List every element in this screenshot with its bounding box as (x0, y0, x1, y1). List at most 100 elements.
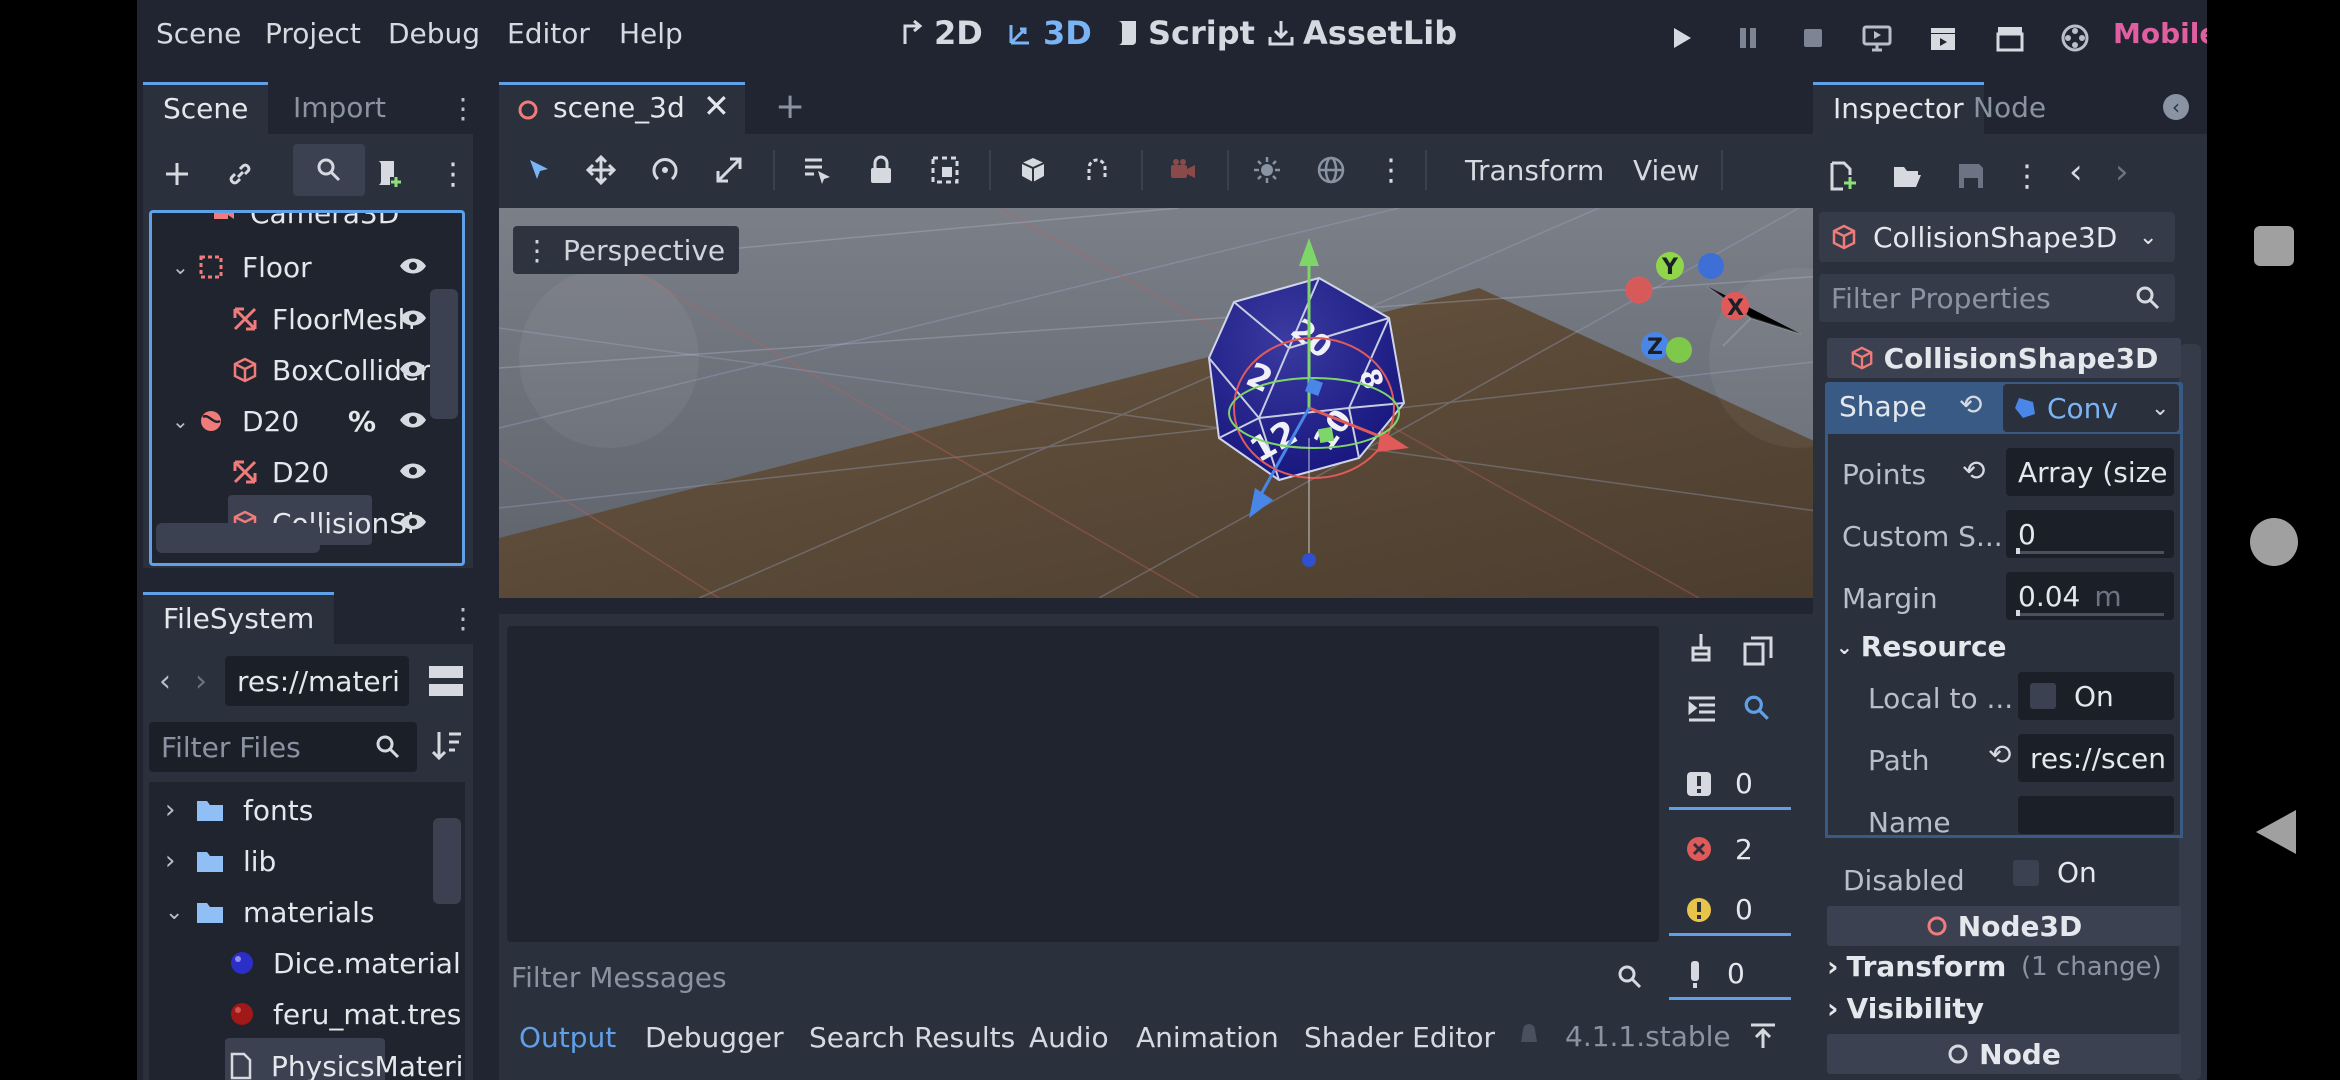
load-resource-button[interactable] (1883, 152, 1931, 200)
select-tool-button[interactable] (515, 146, 563, 194)
path-field[interactable]: res://materi (225, 656, 409, 706)
bottom-tab-shader-editor[interactable]: Shader Editor (1304, 1021, 1495, 1054)
attach-script-button[interactable] (365, 150, 413, 198)
points-array-editor[interactable]: Array (size (2006, 448, 2174, 496)
tab-import[interactable]: Import (273, 82, 406, 134)
bottom-tab-debugger[interactable]: Debugger (645, 1021, 784, 1054)
chevron-right-icon[interactable]: › (165, 795, 195, 825)
tree-item-floormesh[interactable]: FloorMesh (232, 295, 452, 343)
custom-solver-spinbox[interactable]: 0 (2006, 510, 2174, 558)
search-output-button[interactable] (1743, 694, 1771, 729)
menu-scene[interactable]: Scene (156, 17, 241, 50)
menu-help[interactable]: Help (619, 17, 683, 50)
file-dice-material[interactable]: Dice.material (229, 939, 461, 987)
bottom-tab-animation[interactable]: Animation (1136, 1021, 1279, 1054)
warning-filter-toggle[interactable]: 0 (1669, 886, 1791, 936)
resource-path-field[interactable]: res://scen (2018, 734, 2174, 782)
bottom-tab-audio[interactable]: Audio (1029, 1021, 1109, 1054)
folder-materials[interactable]: ⌄ materials (165, 888, 374, 936)
dock-left-icon[interactable]: ‹ (2163, 94, 2189, 120)
workspace-2d-button[interactable]: 2D (900, 14, 983, 52)
pause-button[interactable] (1732, 22, 1764, 54)
dock-menu-icon[interactable]: ⋮ (449, 602, 477, 635)
recent-apps-button[interactable] (2254, 226, 2294, 266)
shape-resource-picker[interactable]: Conv ⌄ (2003, 384, 2179, 432)
preview-sun-button[interactable] (1243, 146, 1291, 194)
file-tree-vscroll[interactable] (433, 818, 461, 904)
filter-nodes-button[interactable] (293, 144, 365, 196)
local-space-button[interactable] (1009, 146, 1057, 194)
visibility-group-toggle[interactable]: › Visibility (1827, 992, 1984, 1025)
preview-environment-button[interactable] (1307, 146, 1355, 194)
scene-tree-hscroll[interactable] (156, 523, 320, 553)
perspective-menu[interactable]: ⋮ Perspective (513, 226, 740, 274)
clear-output-button[interactable] (1687, 632, 1715, 671)
scene-more-button[interactable]: ⋮ (429, 150, 477, 198)
sort-icon[interactable] (431, 728, 463, 769)
bell-icon[interactable] (1517, 1022, 1541, 1050)
chevron-down-icon[interactable]: ⌄ (172, 255, 198, 279)
transform-group-toggle[interactable]: › Transform (1827, 950, 2006, 983)
visibility-eye-icon[interactable] (398, 354, 428, 387)
nav-back-icon[interactable]: ‹ (159, 664, 171, 699)
workspace-script-button[interactable]: Script (1114, 14, 1255, 52)
rotate-tool-button[interactable] (641, 146, 689, 194)
visibility-eye-icon[interactable] (398, 507, 428, 540)
tree-item-d20-body[interactable]: ⌄ D20 % (172, 397, 452, 445)
instance-scene-button[interactable] (216, 150, 264, 198)
split-mode-icon[interactable] (429, 666, 463, 698)
remote-debug-button[interactable] (1861, 22, 1893, 54)
bottom-tab-search-results[interactable]: Search Results (809, 1021, 1015, 1054)
dock-menu-icon[interactable]: ⋮ (449, 92, 477, 125)
list-select-button[interactable] (793, 146, 841, 194)
scale-tool-button[interactable] (705, 146, 753, 194)
transform-menu[interactable]: Transform (1465, 154, 1604, 187)
workspace-3d-button[interactable]: 3D (1007, 14, 1092, 52)
chevron-down-icon[interactable]: ⌄ (2151, 396, 2169, 421)
viewport-more-button[interactable]: ⋮ (1367, 146, 1415, 194)
revert-icon[interactable]: ⟲ (1988, 738, 2011, 771)
visibility-eye-icon[interactable] (398, 303, 428, 336)
node-selector-dropdown[interactable]: CollisionShape3D ⌄ (1819, 212, 2175, 262)
tab-node[interactable]: Node (1953, 82, 2066, 134)
play-custom-scene-button[interactable] (1994, 22, 2026, 54)
camera-preview-button[interactable] (1159, 146, 1207, 194)
close-tab-icon[interactable]: ✕ (703, 87, 730, 125)
renderer-selector[interactable]: Mobile (2113, 17, 2207, 50)
visibility-eye-icon[interactable] (398, 251, 428, 284)
bottom-tab-output[interactable]: Output (519, 1021, 616, 1054)
copy-output-button[interactable] (1743, 636, 1773, 673)
chevron-right-icon[interactable]: › (165, 846, 195, 876)
play-scene-button[interactable] (1927, 22, 1959, 54)
tree-item-camera[interactable]: Camera3D (212, 213, 399, 237)
filter-messages-input[interactable]: Filter Messages (499, 952, 1659, 1002)
back-button[interactable] (2254, 808, 2298, 856)
lock-button[interactable] (857, 146, 905, 194)
new-tab-plus-icon[interactable]: + (775, 86, 805, 127)
add-node-button[interactable] (153, 150, 201, 198)
visibility-eye-icon[interactable] (398, 405, 428, 438)
unique-name-badge[interactable]: % (348, 405, 376, 438)
local-to-scene-checkbox[interactable]: On (2018, 672, 2174, 720)
history-forward-icon[interactable]: › (2115, 152, 2129, 192)
revert-icon[interactable]: ⟲ (1959, 388, 1982, 421)
nav-forward-icon[interactable]: › (195, 664, 207, 699)
file-feru-mat[interactable]: feru_mat.tres (229, 990, 461, 1038)
tree-item-boxcollider[interactable]: BoxCollider (232, 346, 452, 394)
movie-maker-button[interactable] (2059, 22, 2091, 54)
expand-panel-icon[interactable] (1749, 1022, 1777, 1050)
snap-button[interactable] (1073, 146, 1121, 194)
tab-scene-3d[interactable]: scene_3d ✕ (499, 82, 745, 134)
history-back-icon[interactable]: ‹ (2069, 152, 2083, 192)
filter-files-input[interactable]: Filter Files (149, 722, 417, 772)
visibility-eye-icon[interactable] (398, 456, 428, 489)
tab-filesystem[interactable]: FileSystem (143, 592, 335, 644)
menu-debug[interactable]: Debug (388, 17, 480, 50)
file-physics-material[interactable]: PhysicsMateri (229, 1042, 463, 1080)
filter-properties-input[interactable]: Filter Properties (1819, 274, 2175, 322)
resource-name-field[interactable] (2018, 796, 2174, 834)
margin-spinbox[interactable]: 0.04 m (2006, 572, 2174, 620)
inspector-more-button[interactable]: ⋮ (2003, 152, 2051, 200)
3d-viewport[interactable]: 2 20 8 12 10 Y X Z ⋮ Perspective (499, 208, 1939, 598)
folder-fonts[interactable]: › fonts (165, 786, 313, 834)
